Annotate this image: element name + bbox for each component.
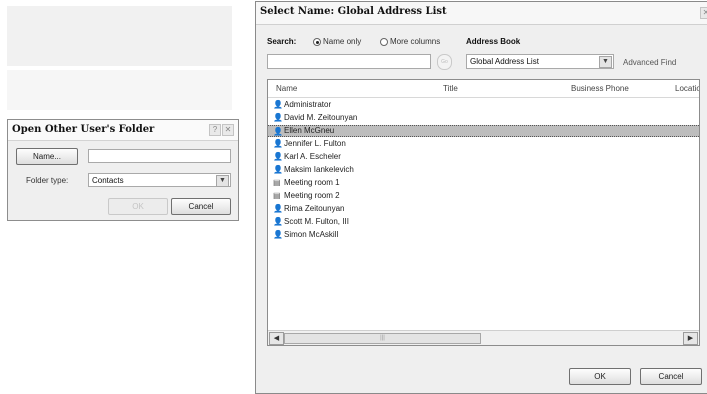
advanced-find-link[interactable]: Advanced Find	[623, 58, 676, 67]
ok-button[interactable]: OK	[569, 368, 631, 385]
search-input[interactable]	[267, 54, 431, 69]
go-label: Go	[441, 59, 448, 65]
name-only-label[interactable]: Name only	[323, 37, 361, 46]
person-icon: 👤	[273, 139, 283, 148]
column-header-title[interactable]: Title	[443, 80, 458, 97]
ok-button[interactable]: OK	[108, 198, 168, 215]
entry-name: Administrator	[284, 100, 332, 109]
address-list: Name Title Business Phone Location 👤Admi…	[267, 79, 700, 346]
list-item-selected[interactable]: 👤 Ellen McGneu	[268, 125, 699, 137]
name-input[interactable]	[88, 149, 231, 163]
dialog-title: Open Other User's Folder	[12, 124, 155, 135]
person-icon: 👤	[273, 165, 283, 174]
list-item[interactable]: 👤 Rima Zeitounyan	[268, 203, 699, 215]
folder-type-label: Folder type:	[26, 176, 69, 185]
close-icon[interactable]: ✕	[700, 7, 707, 19]
address-book-label: Address Book	[466, 37, 521, 46]
scroll-thumb[interactable]: |||	[284, 333, 481, 344]
address-book-value: Global Address List	[470, 57, 539, 66]
folder-type-select[interactable]: Contacts ▼	[88, 173, 231, 187]
cancel-button[interactable]: Cancel	[171, 198, 231, 215]
entry-name: David M. Zeitounyan	[284, 113, 358, 122]
chevron-down-icon[interactable]: ▼	[599, 56, 612, 68]
list-item[interactable]: 👤 Administrator	[268, 99, 699, 111]
entry-name: Scott M. Fulton, III	[284, 217, 349, 226]
column-header-business-phone[interactable]: Business Phone	[571, 80, 629, 97]
person-icon: 👤	[273, 152, 283, 161]
cancel-button[interactable]: Cancel	[640, 368, 702, 385]
background-panel	[7, 70, 232, 110]
entry-name: Karl A. Escheler	[284, 152, 341, 161]
list-item[interactable]: ▤ Meeting room 1	[268, 177, 699, 189]
list-item[interactable]: ▤ Meeting room 2	[268, 190, 699, 202]
column-header-row: Name Title Business Phone Location	[268, 80, 699, 98]
room-icon: ▤	[273, 178, 281, 187]
dialog-title: Select Name: Global Address List	[260, 6, 447, 17]
entry-name: Meeting room 2	[284, 191, 340, 200]
dialog-title-bar: Select Name: Global Address List ✕	[256, 2, 707, 25]
close-icon[interactable]: ✕	[222, 124, 234, 136]
scroll-left-icon[interactable]: ◀	[269, 332, 284, 345]
list-item[interactable]: 👤 Simon McAskill	[268, 229, 699, 241]
folder-type-value: Contacts	[92, 176, 124, 185]
list-item[interactable]: 👤 David M. Zeitounyan	[268, 112, 699, 124]
open-other-users-folder-dialog: Open Other User's Folder ? ✕ Name... Fol…	[7, 119, 239, 221]
horizontal-scrollbar[interactable]: ◀ ||| ▶	[268, 330, 699, 345]
column-header-location[interactable]: Location	[675, 80, 699, 97]
select-name-dialog: Select Name: Global Address List ✕ Searc…	[255, 1, 707, 394]
person-icon: 👤	[273, 217, 283, 226]
entry-name: Simon McAskill	[284, 230, 339, 239]
list-item[interactable]: 👤 Maksim Iankelevich	[268, 164, 699, 176]
room-icon: ▤	[273, 191, 281, 200]
entry-name: Rima Zeitounyan	[284, 204, 345, 213]
person-icon: 👤	[273, 127, 283, 136]
more-columns-radio[interactable]	[380, 38, 388, 46]
entry-name: Jennifer L. Fulton	[284, 139, 346, 148]
entry-name: Ellen McGneu	[284, 126, 335, 135]
entry-name: Meeting room 1	[284, 178, 340, 187]
person-icon: 👤	[273, 113, 283, 122]
person-icon: 👤	[273, 100, 283, 109]
name-button[interactable]: Name...	[16, 148, 78, 165]
more-columns-label[interactable]: More columns	[390, 37, 440, 46]
entry-name: Maksim Iankelevich	[284, 165, 354, 174]
person-icon: 👤	[273, 230, 283, 239]
list-item[interactable]: 👤 Jennifer L. Fulton	[268, 138, 699, 150]
column-header-name[interactable]: Name	[276, 80, 297, 97]
go-button[interactable]: Go	[437, 54, 452, 70]
dialog-title-bar: Open Other User's Folder ? ✕	[8, 120, 238, 141]
person-icon: 👤	[273, 204, 283, 213]
list-item[interactable]: 👤 Scott M. Fulton, III	[268, 216, 699, 228]
scroll-right-icon[interactable]: ▶	[683, 332, 698, 345]
list-item[interactable]: 👤 Karl A. Escheler	[268, 151, 699, 163]
background-panel	[7, 6, 232, 66]
search-label: Search:	[267, 37, 297, 46]
address-book-select[interactable]: Global Address List ▼	[466, 54, 614, 69]
help-icon[interactable]: ?	[209, 124, 221, 136]
name-only-radio[interactable]	[313, 38, 321, 46]
chevron-down-icon[interactable]: ▼	[216, 175, 229, 187]
